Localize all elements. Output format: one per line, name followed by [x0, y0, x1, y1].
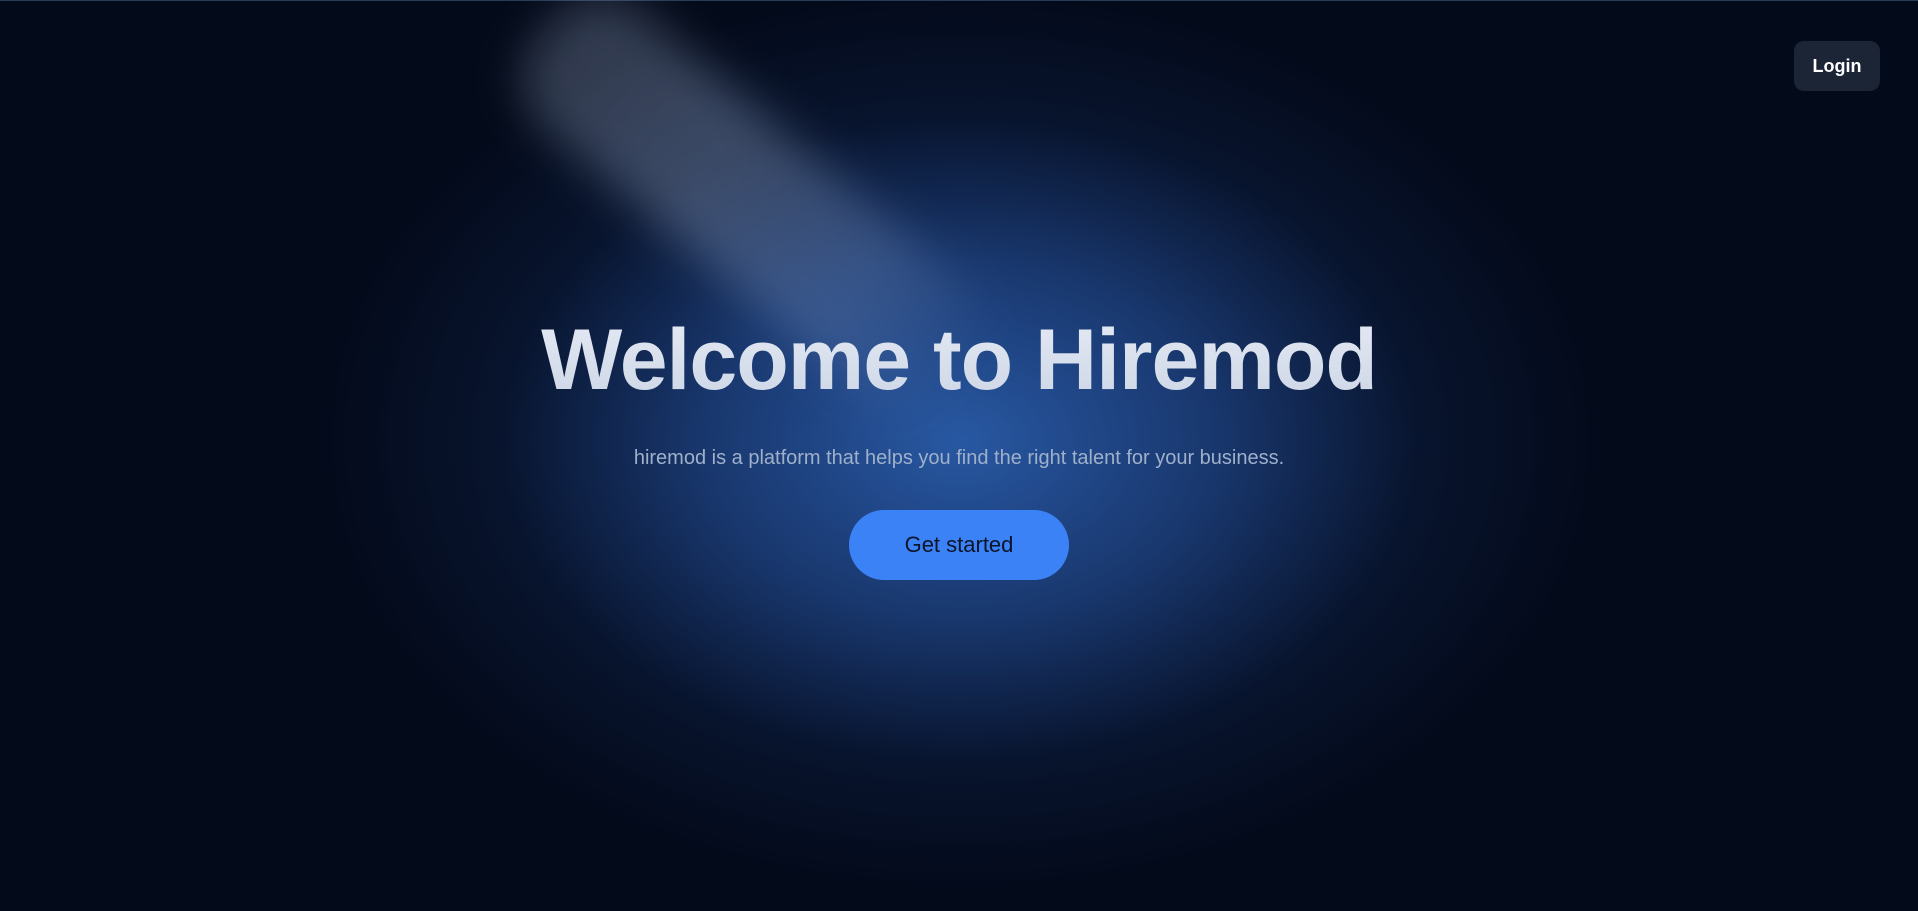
hero-subtitle: hiremod is a platform that helps you fin… — [633, 447, 1285, 469]
hero-title: Welcome to Hiremod — [0, 300, 1918, 420]
landing-page: Login Welcome to Hiremod hiremod is a pl… — [0, 0, 1918, 911]
login-button[interactable]: Login — [1794, 41, 1880, 91]
hero-section: Welcome to Hiremod hiremod is a platform… — [0, 300, 1918, 580]
top-border — [0, 0, 1918, 1]
get-started-button[interactable]: Get started — [849, 510, 1069, 580]
